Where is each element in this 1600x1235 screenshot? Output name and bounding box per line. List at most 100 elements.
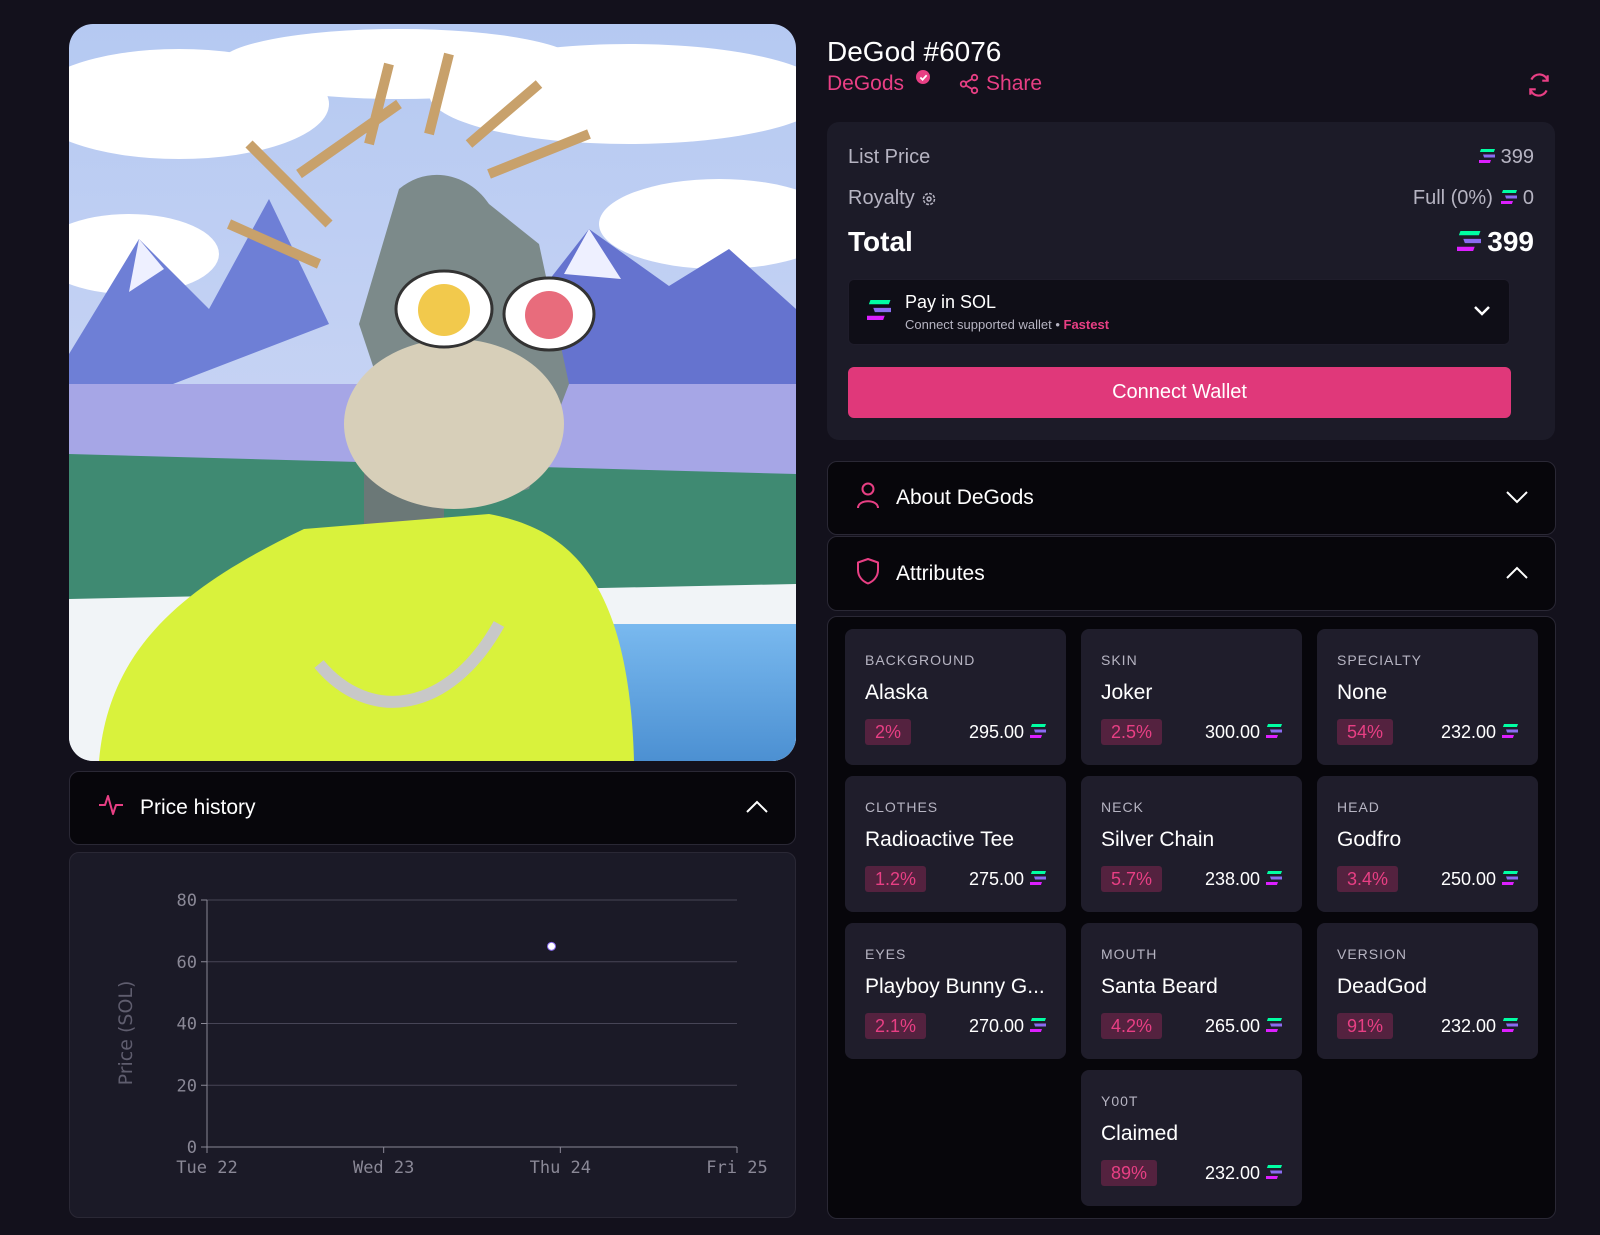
attribute-type: BACKGROUND: [865, 652, 976, 668]
x-tick-label: Fri 25: [706, 1158, 767, 1178]
attribute-type: Y00T: [1101, 1093, 1139, 1109]
sol-icon: [1026, 1016, 1050, 1037]
price-history-accordion[interactable]: Price history: [69, 771, 796, 845]
attribute-card[interactable]: SKIN Joker 2.5% 300.00: [1081, 629, 1302, 765]
attribute-type: HEAD: [1337, 799, 1380, 815]
attribute-type: CLOTHES: [865, 799, 939, 815]
attribute-rarity: 2%: [865, 719, 912, 745]
price-history-chart: Price (SOL) 0 20 40 60 80 Tue 22 Wed 23 Thu 24 F…: [69, 852, 796, 1218]
attribute-card[interactable]: VERSION DeadGod 91% 232.00: [1317, 923, 1538, 1059]
sol-icon: [1498, 1016, 1522, 1037]
sol-icon: [1498, 722, 1522, 743]
price-point[interactable]: [547, 941, 556, 951]
y-tick-label: 40: [177, 1015, 197, 1035]
attribute-value: Godfro: [1337, 828, 1402, 851]
total-label: Total: [848, 226, 913, 257]
chevron-down-icon[interactable]: [1473, 303, 1491, 321]
fastest-badge: Fastest: [1063, 317, 1110, 332]
attribute-value: Santa Beard: [1101, 975, 1218, 998]
sol-icon: [1262, 1016, 1286, 1037]
share-label: Share: [986, 72, 1043, 95]
attribute-card[interactable]: SPECIALTY None 54% 232.00: [1317, 629, 1538, 765]
attributes-accordion[interactable]: Attributes: [827, 536, 1556, 611]
attribute-card[interactable]: EYES Playboy Bunny G... 2.1% 270.00: [845, 923, 1066, 1059]
pay-subtitle: Connect supported wallet: [905, 317, 1052, 332]
about-accordion[interactable]: About DeGods: [827, 461, 1556, 535]
royalty-label: Royalty: [848, 187, 915, 209]
collection-link[interactable]: DeGods: [827, 72, 904, 96]
attribute-floor: 270.00: [968, 1016, 1024, 1036]
y-tick-label: 60: [177, 953, 197, 973]
attribute-value: None: [1337, 681, 1388, 704]
attribute-floor: 275.00: [968, 869, 1024, 889]
nft-title: DeGod #6076: [827, 36, 1002, 67]
x-tick-label: Tue 22: [176, 1158, 237, 1178]
attribute-value: Radioactive Tee: [865, 828, 1015, 851]
settings-gear-icon[interactable]: [921, 191, 937, 207]
sol-icon: [1453, 226, 1486, 258]
royalty-value: 0: [1522, 187, 1534, 209]
user-icon: [856, 481, 880, 515]
attribute-value: Silver Chain: [1101, 828, 1215, 851]
attribute-type: SPECIALTY: [1337, 652, 1422, 668]
attribute-rarity: 3.4%: [1337, 866, 1399, 892]
y-tick-label: 20: [177, 1076, 197, 1096]
y-tick-label: 80: [177, 891, 197, 911]
attribute-value: Claimed: [1101, 1122, 1179, 1145]
attribute-type: SKIN: [1101, 652, 1138, 668]
attribute-type: VERSION: [1337, 946, 1408, 962]
x-tick-label: Thu 24: [530, 1158, 591, 1178]
verified-badge-icon: [916, 70, 931, 84]
attribute-rarity: 1.2%: [865, 866, 927, 892]
share-icon: [959, 73, 979, 95]
payment-method-select[interactable]: Pay in SOL Connect supported wallet • Fa…: [848, 279, 1510, 345]
list-price-label: List Price: [848, 146, 931, 168]
attribute-card[interactable]: HEAD Godfro 3.4% 250.00: [1317, 776, 1538, 912]
y-tick-label: 0: [187, 1138, 197, 1158]
sol-icon: [1262, 722, 1286, 743]
attribute-type: EYES: [865, 946, 907, 962]
attribute-rarity: 2.1%: [865, 1013, 927, 1039]
total-value: 399: [1487, 226, 1534, 257]
attribute-type: MOUTH: [1101, 946, 1158, 962]
price-card: List Price 399 Royalty Full (0%) 0 Total…: [827, 122, 1555, 440]
about-label: About DeGods: [896, 486, 1034, 509]
share-button[interactable]: Share: [958, 72, 1042, 96]
attributes-grid: BACKGROUND Alaska 2% 295.00 SKIN Joker 2…: [827, 616, 1556, 1219]
refresh-icon[interactable]: [1526, 72, 1552, 103]
shield-icon: [856, 557, 880, 591]
sol-icon: [1497, 187, 1520, 210]
attribute-rarity: 4.2%: [1101, 1013, 1163, 1039]
sol-icon: [1026, 722, 1050, 743]
price-history-label: Price history: [140, 796, 256, 819]
sol-icon: [863, 299, 895, 325]
attribute-value: DeadGod: [1337, 975, 1427, 998]
attribute-rarity: 91%: [1337, 1013, 1394, 1039]
attribute-floor: 250.00: [1440, 869, 1496, 889]
attribute-card[interactable]: BACKGROUND Alaska 2% 295.00: [845, 629, 1066, 765]
attribute-rarity: 5.7%: [1101, 866, 1163, 892]
attribute-floor: 232.00: [1440, 722, 1496, 742]
attribute-floor: 232.00: [1440, 1016, 1496, 1036]
chevron-up-icon[interactable]: [745, 796, 769, 820]
attribute-floor: 238.00: [1204, 869, 1260, 889]
x-tick-label: Wed 23: [353, 1158, 414, 1178]
attribute-rarity: 54%: [1337, 719, 1394, 745]
attribute-value: Playboy Bunny G...: [865, 975, 1045, 998]
attribute-card[interactable]: CLOTHES Radioactive Tee 1.2% 275.00: [845, 776, 1066, 912]
activity-icon: [98, 793, 124, 823]
attribute-card[interactable]: MOUTH Santa Beard 4.2% 265.00: [1081, 923, 1302, 1059]
sol-icon: [1262, 869, 1286, 890]
attribute-card[interactable]: Y00T Claimed 89% 232.00: [1081, 1070, 1302, 1206]
chevron-up-icon[interactable]: [1505, 562, 1529, 586]
royalty-option[interactable]: Full (0%): [1413, 187, 1493, 210]
sol-icon: [1026, 869, 1050, 890]
list-price-value: 399: [1500, 146, 1534, 168]
connect-wallet-button[interactable]: Connect Wallet: [848, 367, 1511, 418]
nft-image: [69, 24, 796, 761]
pay-title: Pay in SOL: [905, 292, 997, 312]
attribute-card[interactable]: NECK Silver Chain 5.7% 238.00: [1081, 776, 1302, 912]
sol-icon: [1262, 1163, 1286, 1184]
chevron-down-icon[interactable]: [1505, 486, 1529, 510]
attribute-floor: 265.00: [1204, 1016, 1260, 1036]
